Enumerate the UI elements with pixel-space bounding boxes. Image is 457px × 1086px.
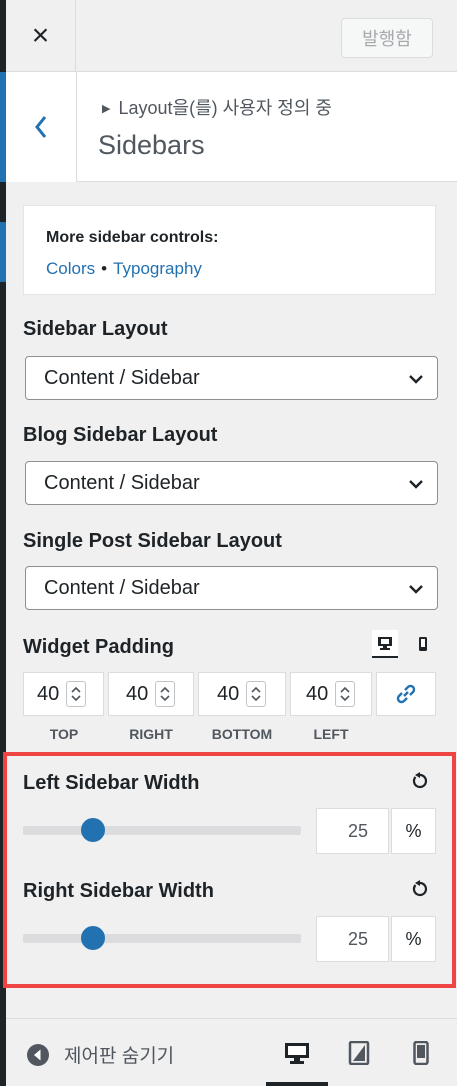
chevron-up-icon <box>251 686 261 693</box>
padding-top-value: 40 <box>37 682 60 705</box>
number-spinner[interactable] <box>335 681 355 707</box>
padding-bottom-label: BOTTOM <box>211 726 273 742</box>
mobile-icon <box>419 637 427 651</box>
section-header: ▶ Layout을(를) 사용자 정의 중 Sidebars <box>6 72 457 182</box>
right-sidebar-width-input[interactable]: 25 <box>316 916 389 962</box>
hide-controls-label: 제어판 숨기기 <box>64 1046 175 1067</box>
customizer-footer: 제어판 숨기기 <box>6 1018 457 1086</box>
left-sidebar-width-unit[interactable]: % <box>391 808 436 854</box>
padding-top-field[interactable]: 40 <box>23 672 104 716</box>
close-button[interactable]: × <box>6 0 76 72</box>
triangle-right-icon: ▶ <box>102 103 111 115</box>
widget-padding-label: Widget Padding <box>23 636 174 658</box>
padding-left-field[interactable]: 40 <box>290 672 372 716</box>
link-separator: • <box>101 259 108 278</box>
chevron-down-icon <box>409 375 423 384</box>
mobile-device-toggle[interactable] <box>410 630 436 658</box>
preview-tablet-button[interactable] <box>328 1019 390 1086</box>
padding-device-switcher <box>372 630 436 658</box>
sidebar-layout-label: Sidebar Layout <box>23 318 168 340</box>
preview-desktop-button[interactable] <box>266 1019 328 1086</box>
padding-left-value: 40 <box>306 682 329 705</box>
left-sidebar-width-slider[interactable] <box>23 818 301 842</box>
colors-link[interactable]: Colors <box>46 259 95 278</box>
sidebar-layout-select[interactable]: Content / Sidebar <box>25 356 438 400</box>
padding-right-label: RIGHT <box>129 726 173 742</box>
number-spinner[interactable] <box>155 681 175 707</box>
desktop-device-toggle[interactable] <box>372 630 398 658</box>
desktop-icon <box>285 1043 309 1064</box>
padding-bottom-value: 40 <box>217 682 240 705</box>
hide-controls-button[interactable]: 제어판 숨기기 <box>26 1041 174 1068</box>
padding-top-label: TOP <box>49 726 79 742</box>
right-sidebar-width-unit[interactable]: % <box>391 916 436 962</box>
blog-sidebar-layout-select[interactable]: Content / Sidebar <box>25 461 438 505</box>
number-spinner[interactable] <box>246 681 266 707</box>
breadcrumb-text: Layout을(를) 사용자 정의 중 <box>118 98 332 118</box>
reset-icon[interactable] <box>411 772 429 790</box>
padding-right-value: 40 <box>126 682 149 705</box>
more-controls-links: Colors • Typography <box>46 259 202 279</box>
single-post-sidebar-layout-value: Content / Sidebar <box>44 576 200 599</box>
customizer-header: × 발행함 <box>6 0 457 72</box>
section-title: Sidebars <box>98 130 205 160</box>
publish-button[interactable]: 발행함 <box>341 18 433 58</box>
chevron-up-icon <box>71 686 81 693</box>
customizer-panel: × 발행함 ▶ Layout을(를) 사용자 정의 중 Sidebars More… <box>3 0 457 1086</box>
blog-sidebar-layout-label: Blog Sidebar Layout <box>23 424 218 446</box>
right-sidebar-width-thumb[interactable] <box>80 926 105 950</box>
tablet-icon <box>348 1041 370 1065</box>
arrow-left-circle-icon <box>27 1043 49 1066</box>
chevron-up-icon <box>160 686 170 693</box>
single-post-sidebar-layout-label: Single Post Sidebar Layout <box>23 530 282 552</box>
padding-right-field[interactable]: 40 <box>108 672 194 716</box>
more-controls-title: More sidebar controls: <box>46 229 219 246</box>
mobile-icon <box>413 1041 429 1065</box>
link-values-button[interactable] <box>376 672 436 716</box>
right-sidebar-width-slider[interactable] <box>23 926 301 950</box>
close-icon: × <box>31 19 50 52</box>
chevron-down-icon <box>251 695 261 702</box>
more-controls-card: More sidebar controls: Colors • Typography <box>23 205 436 295</box>
chevron-down-icon <box>409 585 423 594</box>
chevron-down-icon <box>71 695 81 702</box>
left-sidebar-width-label: Left Sidebar Width <box>23 772 200 794</box>
chevron-up-icon <box>340 686 350 693</box>
typography-link[interactable]: Typography <box>113 259 202 278</box>
link-icon <box>396 684 416 704</box>
preview-mobile-button[interactable] <box>390 1019 452 1086</box>
breadcrumb: ▶ Layout을(를) 사용자 정의 중 <box>102 94 332 120</box>
chevron-down-icon <box>409 480 423 489</box>
left-sidebar-width-input[interactable]: 25 <box>316 808 389 854</box>
blog-sidebar-layout-value: Content / Sidebar <box>44 471 200 494</box>
reset-icon[interactable] <box>411 880 429 898</box>
desktop-icon <box>378 637 392 650</box>
padding-left-label: LEFT <box>313 726 349 742</box>
chevron-down-icon <box>340 695 350 702</box>
single-post-sidebar-layout-select[interactable]: Content / Sidebar <box>25 566 438 610</box>
chevron-left-icon <box>35 116 47 138</box>
sidebar-layout-value: Content / Sidebar <box>44 366 200 389</box>
back-button[interactable] <box>6 72 77 182</box>
left-sidebar-width-thumb[interactable] <box>80 818 105 842</box>
chevron-down-icon <box>160 695 170 702</box>
number-spinner[interactable] <box>66 681 86 707</box>
right-sidebar-width-label: Right Sidebar Width <box>23 880 214 902</box>
padding-bottom-field[interactable]: 40 <box>198 672 286 716</box>
